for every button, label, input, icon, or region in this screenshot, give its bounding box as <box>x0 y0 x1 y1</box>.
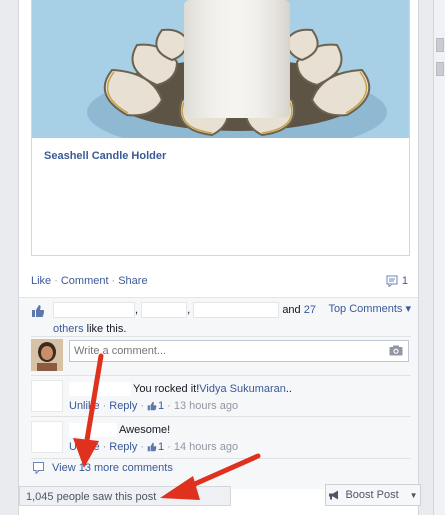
commenter-name-redacted[interactable] <box>69 382 131 396</box>
likers-line: , , and 27 <box>53 302 316 318</box>
action-separator: · <box>54 275 58 287</box>
commenter-name-redacted[interactable] <box>69 423 117 437</box>
comment-like-count[interactable]: 1 <box>158 400 164 412</box>
liker-name-redacted[interactable] <box>141 302 188 318</box>
comment-text: You rocked it!Vidya Sukumaran.. <box>133 383 292 395</box>
comment-count[interactable]: 1 <box>386 275 408 287</box>
megaphone-icon <box>329 490 339 500</box>
liker-separator: , <box>135 303 139 316</box>
page-scrollbar[interactable] <box>433 0 445 515</box>
comment-text: Awesome! <box>119 424 170 436</box>
action-separator: · <box>111 275 116 287</box>
comment-bubble-icon <box>386 275 398 287</box>
meta-separator: · <box>140 400 145 412</box>
like-link[interactable]: Like <box>31 275 51 287</box>
comment-meta: Unlike · Reply · 1 · 13 hours ago <box>69 400 238 412</box>
like-thumb-icon <box>32 305 45 317</box>
scrollbar-marker <box>436 38 444 52</box>
likes-and: and <box>282 303 301 316</box>
others-link[interactable]: others <box>53 323 84 335</box>
boost-post-button[interactable]: Boost Post ▼ <box>325 484 421 506</box>
attachment-photo[interactable] <box>32 0 409 138</box>
comment-item: Awesome! Unlike · Reply · 1 · 14 hours ago <box>31 419 411 457</box>
comment-count-value: 1 <box>401 275 408 287</box>
chevron-down-icon: ▼ <box>409 490 418 500</box>
meta-separator: · <box>102 400 107 412</box>
reply-link[interactable]: Reply <box>109 441 137 453</box>
liker-name-redacted[interactable] <box>193 302 280 318</box>
comment-trail: .. <box>285 383 292 395</box>
post-actions: Like · Comment · Share <box>31 275 148 287</box>
comment-body: Awesome! <box>119 424 171 436</box>
meta-separator: · <box>140 441 145 453</box>
unlike-link[interactable]: Unlike <box>69 400 100 412</box>
comment-timestamp[interactable]: 14 hours ago <box>174 441 238 453</box>
avatar[interactable] <box>31 339 63 371</box>
scrollbar-marker <box>436 62 444 76</box>
comments-icon <box>33 462 44 474</box>
news-feed-post: Seashell Candle Holder Like · Comment · Shar… <box>18 0 421 515</box>
liker-name-redacted[interactable] <box>53 302 135 318</box>
camera-icon[interactable] <box>389 345 403 356</box>
divider <box>31 375 411 376</box>
comment-composer <box>31 337 411 375</box>
comment-like-count[interactable]: 1 <box>158 441 164 453</box>
like-thumb-icon <box>147 401 157 411</box>
like-thumb-icon <box>147 442 157 452</box>
comment-link[interactable]: Comment <box>61 275 109 287</box>
user-avatar-photo <box>31 339 63 371</box>
link-attachment[interactable]: Seashell Candle Holder <box>31 0 410 256</box>
comment-timestamp[interactable]: 13 hours ago <box>174 400 238 412</box>
post-reach-summary[interactable]: 1,045 people saw this post <box>19 486 231 506</box>
likes-sentence: , , and 27 others like this. Top Comment… <box>31 302 411 336</box>
meta-separator: · <box>167 400 171 412</box>
view-more-comments[interactable]: View 13 more comments <box>33 462 173 474</box>
attachment-title[interactable]: Seashell Candle Holder <box>44 150 166 162</box>
top-comments-dropdown[interactable]: Top Comments ▾ <box>328 302 411 316</box>
comment-item: You rocked it!Vidya Sukumaran.. Unlike · … <box>31 378 411 416</box>
commenter-avatar[interactable] <box>31 380 63 412</box>
comment-body: You rocked it! <box>133 383 200 395</box>
meta-separator: · <box>167 441 171 453</box>
divider <box>31 416 411 417</box>
others-count-link[interactable]: 27 <box>304 304 316 316</box>
reply-link[interactable]: Reply <box>109 400 137 412</box>
candle-photo-illustration <box>32 0 409 138</box>
unlike-link[interactable]: Unlike <box>69 441 100 453</box>
mentioned-user-link[interactable]: Vidya Sukumaran <box>199 383 286 395</box>
liker-separator: , <box>187 303 191 316</box>
feedback-section: , , and 27 others like this. Top Comment… <box>19 297 418 489</box>
likes-suffix: like this. <box>86 323 127 335</box>
divider <box>31 458 411 459</box>
meta-separator: · <box>102 441 107 453</box>
share-link[interactable]: Share <box>118 275 147 287</box>
commenter-avatar[interactable] <box>31 421 63 453</box>
view-more-label: View 13 more comments <box>52 462 173 474</box>
boost-post-label: Boost Post <box>345 489 399 501</box>
comment-input[interactable] <box>69 340 409 362</box>
likers-line-2: others like this. <box>53 322 126 336</box>
comment-meta: Unlike · Reply · 1 · 14 hours ago <box>69 441 238 453</box>
